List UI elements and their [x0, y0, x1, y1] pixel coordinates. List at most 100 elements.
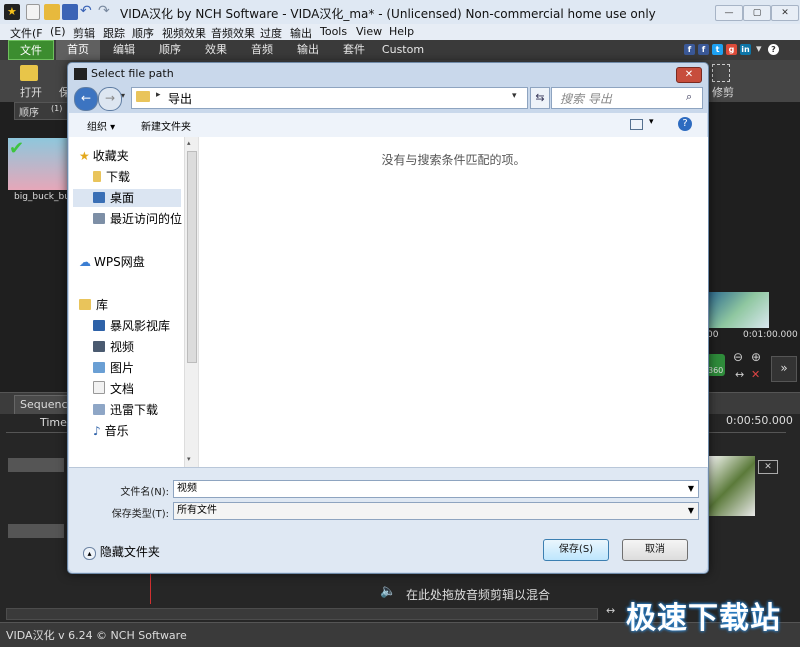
- minimize-button[interactable]: —: [715, 5, 743, 21]
- timeline-time-marker: 0:00:50.000: [726, 414, 793, 427]
- nav-recent[interactable]: 最近访问的位: [93, 210, 182, 228]
- audio-track-controls[interactable]: [8, 524, 64, 538]
- dialog-close-button[interactable]: ✕: [676, 67, 702, 83]
- zoom-out-icon[interactable]: ⊖: [733, 350, 743, 364]
- scroll-arrows-icon[interactable]: ↔: [606, 604, 615, 617]
- nav-pane-scrollbar[interactable]: ▴ ▾: [184, 137, 198, 467]
- history-dropdown-icon[interactable]: ▾: [121, 91, 125, 100]
- nav-libraries[interactable]: 库: [79, 296, 108, 314]
- address-dropdown-icon[interactable]: ▾: [512, 91, 517, 101]
- menu-file[interactable]: 文件(F: [10, 25, 43, 41]
- nav-downloads[interactable]: 下载: [93, 168, 130, 186]
- google-plus-icon[interactable]: g: [726, 44, 737, 55]
- tab-custom[interactable]: Custom: [378, 40, 428, 60]
- filename-dropdown-icon[interactable]: ▼: [688, 481, 694, 497]
- new-file-icon[interactable]: [26, 4, 40, 20]
- playhead[interactable]: [150, 574, 151, 604]
- menu-audio-effects[interactable]: 音频效果: [211, 25, 255, 41]
- file-list-area[interactable]: 没有与搜索条件匹配的项。: [198, 137, 708, 467]
- menu-help[interactable]: Help: [389, 25, 414, 38]
- menu-clip[interactable]: 剪辑: [73, 25, 95, 41]
- linkedin-icon[interactable]: in: [740, 44, 751, 55]
- menu-tools[interactable]: Tools: [320, 25, 347, 38]
- tab-suite[interactable]: 套件: [332, 40, 376, 60]
- nav-wps[interactable]: ☁ WPS网盘: [79, 253, 145, 271]
- zoom-in-icon[interactable]: ⊕: [751, 350, 761, 364]
- nav-favorites-label: 收藏夹: [92, 149, 129, 163]
- more-button[interactable]: »: [771, 356, 797, 382]
- nav-music[interactable]: ♪ 音乐: [93, 422, 129, 440]
- empty-message: 没有与搜索条件匹配的项。: [381, 153, 526, 167]
- close-window-button[interactable]: ✕: [771, 5, 799, 21]
- tab-edit[interactable]: 编辑: [102, 40, 146, 60]
- tab-effects[interactable]: 效果: [194, 40, 238, 60]
- dropdown-icon[interactable]: ▾: [756, 42, 762, 55]
- filetype-select[interactable]: 所有文件 ▼: [173, 502, 699, 520]
- video-track-controls[interactable]: [8, 458, 64, 472]
- save-button[interactable]: 保存(S): [543, 539, 609, 561]
- nav-videos[interactable]: 视频: [93, 338, 134, 356]
- facebook-like-icon[interactable]: f: [684, 44, 695, 55]
- scroll-up-icon[interactable]: ▴: [187, 139, 191, 147]
- facebook-icon[interactable]: f: [698, 44, 709, 55]
- search-icon[interactable]: ⌕: [686, 90, 692, 104]
- new-folder-button[interactable]: 新建文件夹: [141, 118, 191, 133]
- breadcrumb-arrow-icon[interactable]: ▸: [156, 90, 161, 100]
- maximize-button[interactable]: ▢: [743, 5, 771, 21]
- tab-audio[interactable]: 音频: [240, 40, 284, 60]
- fit-icon[interactable]: ↔: [735, 368, 744, 381]
- back-arrow-icon[interactable]: ←: [74, 87, 98, 111]
- open-button-label[interactable]: 打开: [20, 84, 42, 100]
- menu-view[interactable]: View: [356, 25, 382, 38]
- nav-thunder[interactable]: 迅雷下载: [93, 401, 158, 419]
- nav-pictures-label: 图片: [110, 361, 135, 375]
- nav-favorites[interactable]: ★ 收藏夹: [79, 147, 129, 165]
- breadcrumb-folder[interactable]: 导出: [168, 90, 192, 107]
- tab-output[interactable]: 输出: [286, 40, 330, 60]
- menu-edit[interactable]: (E): [50, 25, 66, 38]
- redo-icon[interactable]: ↷: [98, 3, 110, 19]
- nav-pictures[interactable]: 图片: [93, 359, 134, 377]
- tab-sequences-bin[interactable]: 顺序 (1): [14, 102, 70, 120]
- twitter-icon[interactable]: t: [712, 44, 723, 55]
- trim-button-label[interactable]: 修剪: [712, 84, 734, 100]
- tab-sequence[interactable]: 顺序: [148, 40, 192, 60]
- libraries-icon: [79, 299, 91, 310]
- nav-documents[interactable]: 文档: [93, 380, 134, 398]
- save-icon[interactable]: [62, 4, 78, 20]
- split-icon[interactable]: ✕: [751, 368, 760, 381]
- hide-folders-toggle[interactable]: ▴ 隐藏文件夹: [83, 543, 160, 560]
- search-input[interactable]: 搜索 导出 ⌕: [551, 87, 703, 109]
- refresh-icon[interactable]: ⇆: [530, 87, 550, 109]
- menu-sequence[interactable]: 顺序: [132, 25, 154, 41]
- help-icon[interactable]: ?: [678, 117, 692, 131]
- menu-output[interactable]: 输出: [290, 25, 312, 41]
- tab-home[interactable]: 首页: [56, 40, 100, 60]
- help-icon[interactable]: ?: [768, 44, 779, 55]
- menu-video-effects[interactable]: 视频效果: [162, 25, 206, 41]
- nav-scroll-thumb[interactable]: [187, 151, 197, 363]
- trim-icon[interactable]: [712, 64, 730, 82]
- view-mode-icon[interactable]: [630, 119, 643, 130]
- nav-desktop[interactable]: 桌面: [73, 189, 181, 207]
- video-clip-thumbnail[interactable]: [707, 456, 755, 516]
- scroll-down-icon[interactable]: ▾: [187, 455, 191, 463]
- menu-track[interactable]: 跟踪: [103, 25, 125, 41]
- filename-input[interactable]: 视频 ▼: [173, 480, 699, 498]
- open-project-icon[interactable]: [20, 65, 38, 81]
- menu-transition[interactable]: 过度: [260, 25, 282, 41]
- clip-delete-icon[interactable]: ✕: [758, 460, 778, 474]
- tab-file[interactable]: 文件: [8, 40, 54, 60]
- undo-icon[interactable]: ↶: [80, 3, 92, 19]
- address-bar[interactable]: ▸ 导出 ▾: [131, 87, 528, 109]
- cancel-button[interactable]: 取消: [622, 539, 688, 561]
- recent-places-icon: [93, 213, 105, 224]
- filetype-dropdown-icon[interactable]: ▼: [688, 503, 694, 519]
- view-dropdown-icon[interactable]: ▾: [649, 117, 654, 127]
- organize-button[interactable]: 组织 ▾: [87, 118, 115, 133]
- open-folder-icon[interactable]: [44, 4, 60, 20]
- tab-sequence-timeline[interactable]: Sequence: [14, 395, 74, 415]
- nav-storm[interactable]: 暴风影视库: [93, 317, 170, 335]
- timeline-scrollbar[interactable]: [6, 608, 598, 620]
- forward-arrow-icon[interactable]: →: [98, 87, 122, 111]
